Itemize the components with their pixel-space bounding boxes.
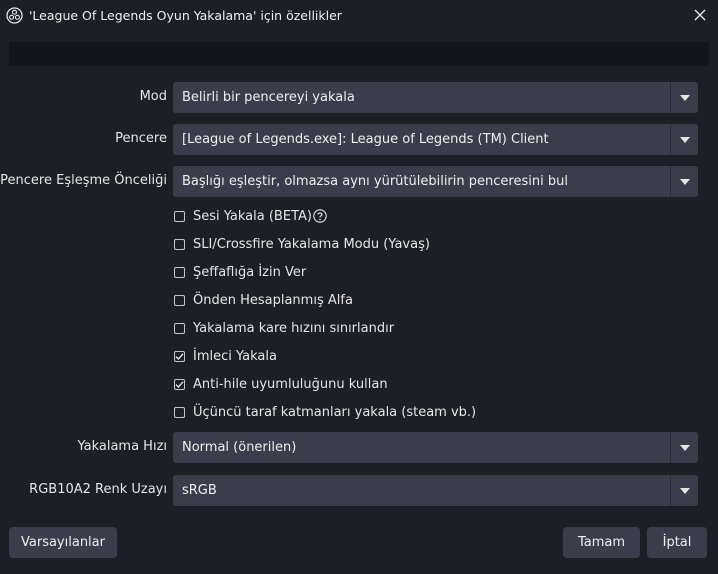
chevron-down-icon xyxy=(670,82,698,113)
capture-rate-select[interactable]: Normal (önerilen) xyxy=(173,432,698,463)
checkbox-label: Anti-hile uyumluluğunu kullan xyxy=(193,376,388,392)
mode-value: Belirli bir pencereyi yakala xyxy=(182,90,355,105)
checkbox[interactable] xyxy=(174,406,185,418)
chevron-down-icon xyxy=(670,432,698,463)
checkbox-label: Üçüncü taraf katmanları yakala (steam vb… xyxy=(193,404,477,420)
window-title: 'League Of Legends Oyun Yakalama' için ö… xyxy=(29,8,342,23)
checkbox-label: Sesi Yakala (BETA) xyxy=(193,208,312,224)
window-value: [League of Legends.exe]: League of Legen… xyxy=(182,132,549,147)
cancel-button[interactable]: İptal xyxy=(647,527,707,558)
checkbox[interactable] xyxy=(174,322,185,334)
checkbox-anti-cheat[interactable]: Anti-hile uyumluluğunu kullan xyxy=(174,374,388,394)
defaults-button[interactable]: Varsayılanlar xyxy=(9,527,117,558)
checkbox-allow-transparency[interactable]: Şeffaflığa İzin Ver xyxy=(174,262,306,282)
color-space-label: RGB10A2 Renk Uzayı xyxy=(29,482,167,497)
checkbox-label: Önden Hesaplanmış Alfa xyxy=(193,292,353,308)
match-priority-value: Başlığı eşleştir, olmazsa aynı yürütüleb… xyxy=(182,174,568,189)
checkbox-label: SLI/Crossfire Yakalama Modu (Yavaş) xyxy=(193,236,430,252)
color-space-value: sRGB xyxy=(182,483,217,498)
window-select[interactable]: [League of Legends.exe]: League of Legen… xyxy=(173,124,698,155)
source-preview xyxy=(9,42,709,66)
help-icon[interactable] xyxy=(313,209,327,223)
mode-select[interactable]: Belirli bir pencereyi yakala xyxy=(173,82,698,113)
checkbox[interactable] xyxy=(174,378,185,390)
checkbox-sli-crossfire[interactable]: SLI/Crossfire Yakalama Modu (Yavaş) xyxy=(174,234,430,254)
checkbox-capture-audio[interactable]: Sesi Yakala (BETA) xyxy=(174,206,327,226)
checkbox[interactable] xyxy=(174,294,185,306)
close-icon xyxy=(694,9,706,21)
color-space-select[interactable]: sRGB xyxy=(173,475,698,506)
obs-logo-icon xyxy=(6,7,23,24)
checkbox[interactable] xyxy=(174,238,185,250)
checkmark-icon xyxy=(175,380,184,388)
window-label: Pencere xyxy=(115,131,167,146)
ok-button[interactable]: Tamam xyxy=(563,527,640,558)
capture-rate-value: Normal (önerilen) xyxy=(182,440,297,455)
match-priority-label: Pencere Eşleşme Önceliği xyxy=(0,173,167,188)
chevron-down-icon xyxy=(670,166,698,197)
match-priority-select[interactable]: Başlığı eşleştir, olmazsa aynı yürütüleb… xyxy=(173,166,698,197)
checkbox-label: İmleci Yakala xyxy=(193,348,277,364)
close-button[interactable] xyxy=(690,5,710,25)
checkbox-label: Şeffaflığa İzin Ver xyxy=(193,264,307,280)
capture-rate-label: Yakalama Hızı xyxy=(77,439,167,454)
checkbox-limit-framerate[interactable]: Yakalama kare hızını sınırlandır xyxy=(174,318,394,338)
checkbox-third-party-overlays[interactable]: Üçüncü taraf katmanları yakala (steam vb… xyxy=(174,402,476,422)
checkmark-icon xyxy=(175,352,184,360)
checkbox-capture-cursor[interactable]: İmleci Yakala xyxy=(174,346,277,366)
title-bar: 'League Of Legends Oyun Yakalama' için ö… xyxy=(0,0,718,31)
checkbox-premultiplied-alpha[interactable]: Önden Hesaplanmış Alfa xyxy=(174,290,353,310)
chevron-down-icon xyxy=(670,124,698,155)
chevron-down-icon xyxy=(670,475,698,506)
checkbox[interactable] xyxy=(174,266,185,278)
mode-label: Mod xyxy=(139,89,167,104)
checkbox[interactable] xyxy=(174,210,185,222)
checkbox-label: Yakalama kare hızını sınırlandır xyxy=(193,320,395,336)
checkbox[interactable] xyxy=(174,350,185,362)
